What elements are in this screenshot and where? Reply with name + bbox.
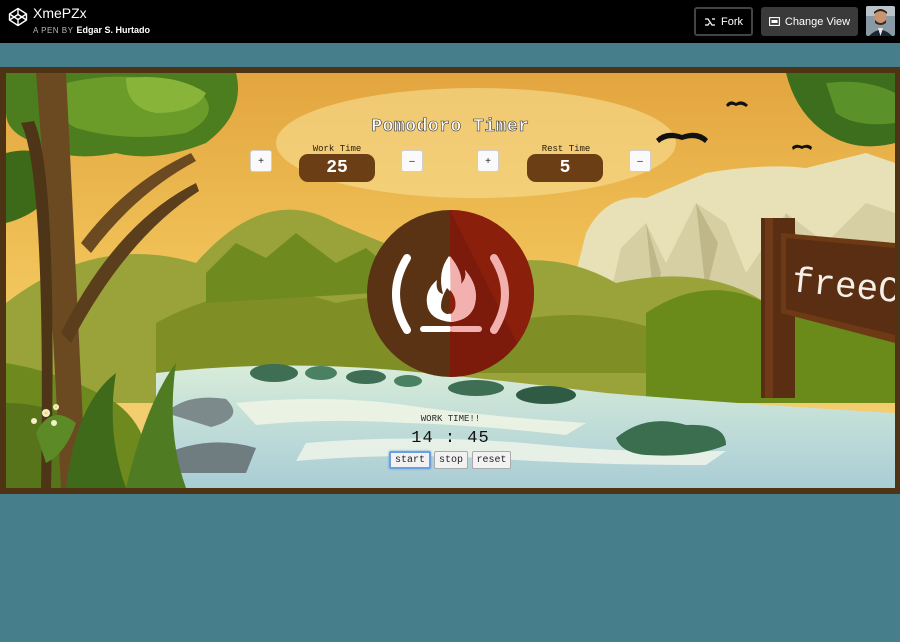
pomodoro-app: freeCo Pomodoro Timer Work Time + 25 – R… — [6, 73, 895, 488]
pen-author-link[interactable]: Edgar S. Hurtado — [76, 25, 150, 35]
stop-button[interactable]: stop — [434, 451, 468, 469]
rest-decrease-button[interactable]: – — [629, 150, 651, 172]
fcc-flame-icon — [367, 210, 534, 377]
countdown-clock: 14 : 45 — [411, 429, 490, 448]
fork-button[interactable]: Fork — [694, 7, 753, 36]
user-avatar[interactable] — [866, 6, 895, 36]
pen-title[interactable]: XmePZx — [33, 5, 87, 21]
fork-icon — [705, 17, 715, 26]
pen-byline: A PEN BY Edgar S. Hurtado — [33, 25, 150, 35]
layout-icon — [768, 17, 780, 26]
pen-by-label: A PEN BY — [33, 26, 74, 35]
work-decrease-button[interactable]: – — [401, 150, 423, 172]
avatar-image — [866, 6, 895, 36]
preview-frame: freeCo Pomodoro Timer Work Time + 25 – R… — [0, 67, 900, 494]
work-increase-button[interactable]: + — [250, 150, 272, 172]
start-button[interactable]: start — [389, 451, 431, 469]
rest-time-value: 5 — [527, 154, 603, 182]
reset-button[interactable]: reset — [472, 451, 511, 469]
codepen-header: XmePZx A PEN BY Edgar S. Hurtado Fork Cha… — [0, 0, 900, 43]
codepen-logo-icon[interactable] — [8, 7, 28, 27]
change-view-label: Change View — [784, 15, 851, 28]
fork-label: Fork — [721, 15, 743, 28]
work-time-value: 25 — [299, 154, 375, 182]
work-time-label: Work Time — [312, 144, 362, 154]
rest-time-label: Rest Time — [541, 144, 591, 154]
app-title: Pomodoro Timer — [371, 117, 530, 138]
page-band — [0, 43, 900, 67]
status-text: WORK TIME!! — [420, 414, 481, 424]
change-view-button[interactable]: Change View — [761, 7, 858, 36]
freecodecamp-logo — [367, 210, 534, 377]
rest-increase-button[interactable]: + — [477, 150, 499, 172]
